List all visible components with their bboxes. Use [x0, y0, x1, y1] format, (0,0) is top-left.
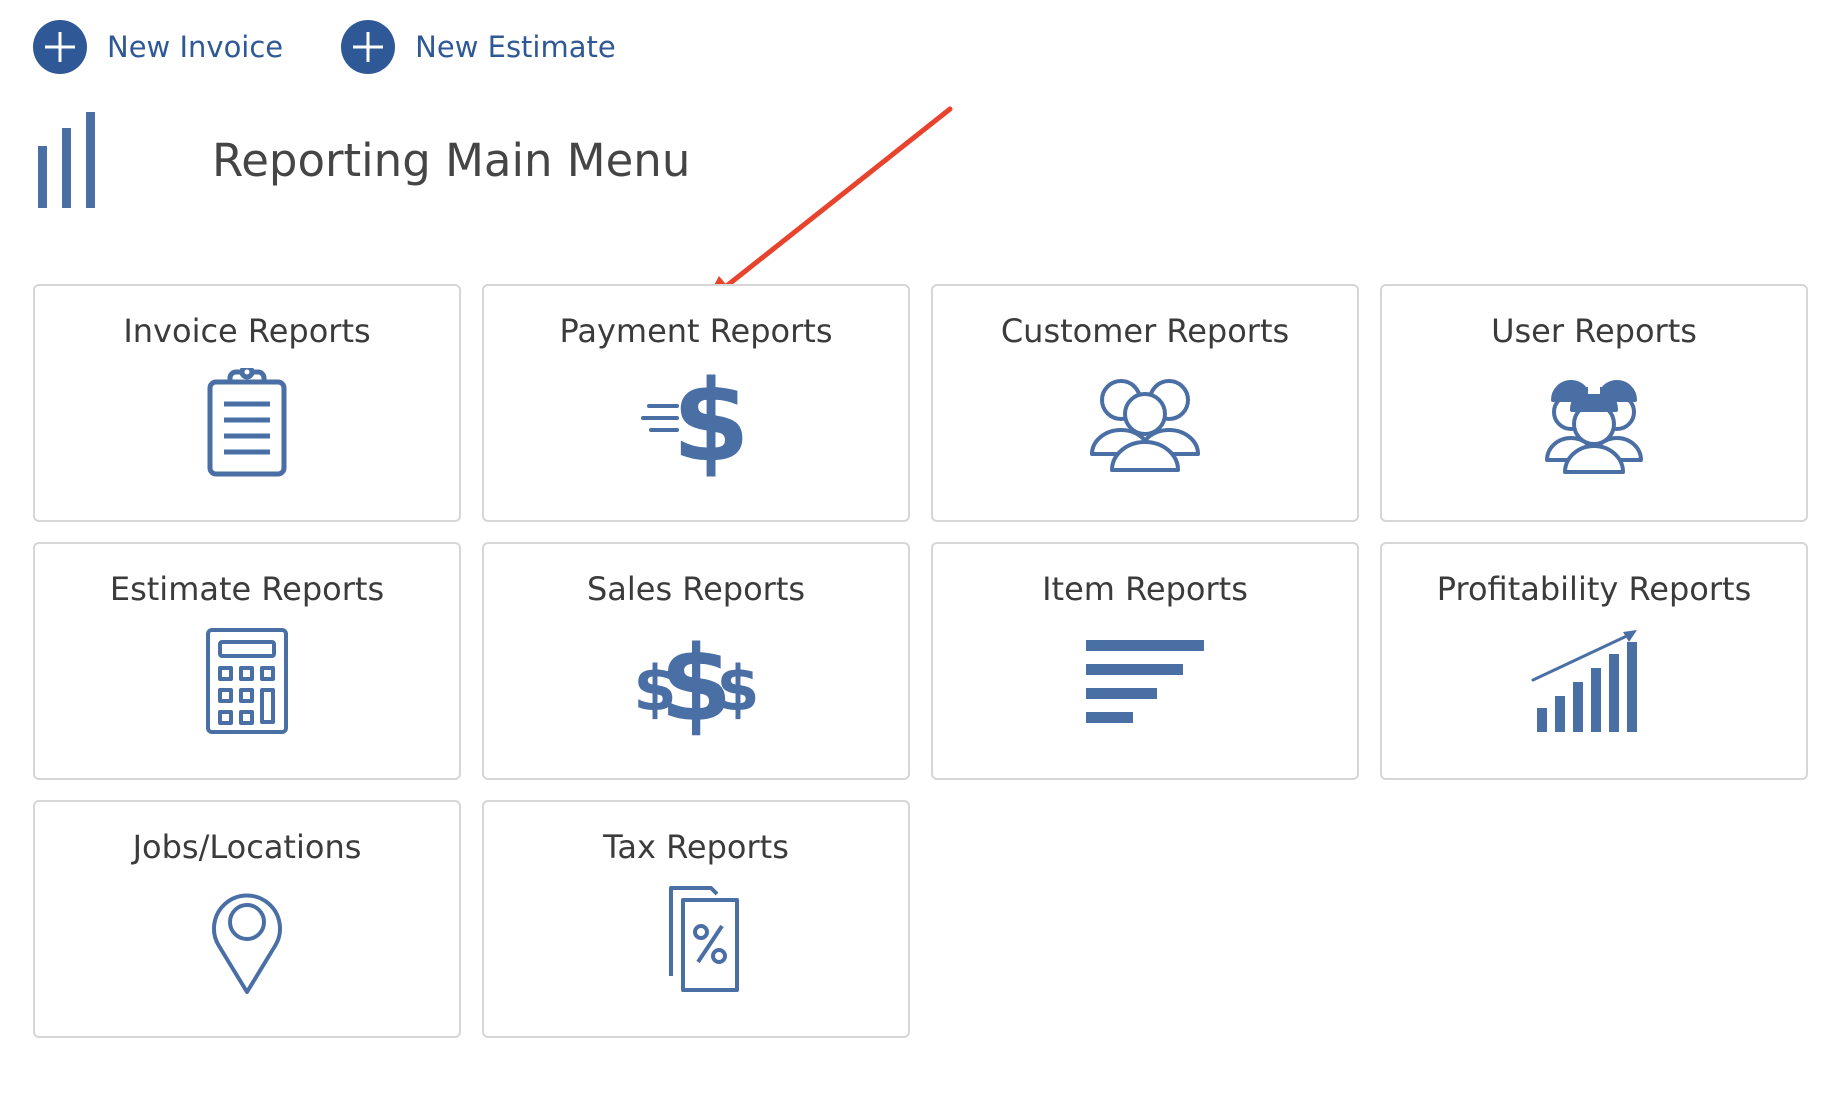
tile-profitability-reports[interactable]: Profitability Reports — [1380, 542, 1808, 780]
dollar-signs-icon: $ $ $ — [621, 626, 771, 736]
tile-title: Customer Reports — [1000, 312, 1290, 350]
tax-documents-icon — [621, 884, 771, 994]
svg-text:$: $ — [672, 368, 750, 478]
dollar-sign-icon: $ — [621, 368, 771, 478]
tile-jobs-locations[interactable]: Jobs/Locations — [33, 800, 461, 1038]
tile-invoice-reports[interactable]: Invoice Reports — [33, 284, 461, 522]
tile-title: Jobs/Locations — [132, 828, 362, 866]
tile-estimate-reports[interactable]: Estimate Reports — [33, 542, 461, 780]
reports-bar-icon — [38, 112, 95, 208]
tile-title: Tax Reports — [603, 828, 789, 866]
plus-circle-icon — [341, 20, 396, 74]
tile-title: Estimate Reports — [109, 570, 385, 608]
tile-title: Profitability Reports — [1436, 570, 1752, 608]
svg-text:$: $ — [716, 652, 759, 725]
tile-user-reports[interactable]: User Reports — [1380, 284, 1808, 522]
calculator-icon — [172, 626, 322, 736]
tile-title: Item Reports — [1042, 570, 1248, 608]
quick-actions: New Invoice New Estimate — [33, 20, 616, 74]
tile-tax-reports[interactable]: Tax Reports — [482, 800, 910, 1038]
users-group-icon — [1070, 368, 1220, 478]
report-tiles-grid: Invoice Reports Payment Reports $ Custom… — [33, 284, 1808, 1038]
tile-sales-reports[interactable]: Sales Reports $ $ $ — [482, 542, 910, 780]
tile-title: Invoice Reports — [123, 312, 371, 350]
page-heading: Reporting Main Menu — [38, 112, 690, 208]
tile-title: User Reports — [1491, 312, 1697, 350]
new-invoice-label: New Invoice — [107, 30, 284, 64]
page-title: Reporting Main Menu — [212, 133, 691, 187]
plus-circle-icon — [33, 20, 87, 74]
trending-chart-icon — [1519, 626, 1669, 736]
workers-icon — [1519, 368, 1669, 478]
new-estimate-button[interactable]: New Estimate — [341, 20, 616, 74]
bars-list-icon — [1070, 626, 1220, 736]
map-pin-icon — [172, 884, 322, 994]
tile-customer-reports[interactable]: Customer Reports — [931, 284, 1359, 522]
new-estimate-label: New Estimate — [415, 30, 616, 64]
tile-title: Sales Reports — [586, 570, 806, 608]
tile-item-reports[interactable]: Item Reports — [931, 542, 1359, 780]
tile-title: Payment Reports — [559, 312, 833, 350]
tile-payment-reports[interactable]: Payment Reports $ — [482, 284, 910, 522]
new-invoice-button[interactable]: New Invoice — [33, 20, 283, 74]
clipboard-icon — [172, 368, 322, 478]
